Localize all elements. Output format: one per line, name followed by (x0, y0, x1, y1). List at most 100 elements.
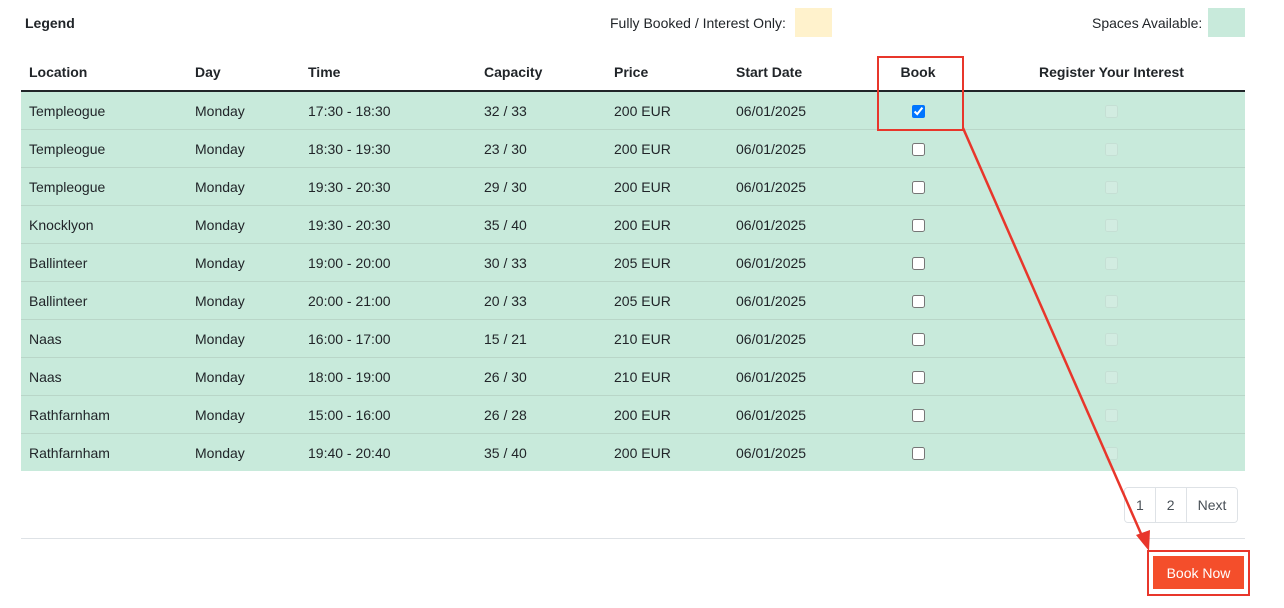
cell-start-date: 06/01/2025 (728, 129, 858, 168)
cell-register-interest (978, 395, 1245, 434)
divider (21, 538, 1245, 539)
cell-capacity: 26 / 28 (476, 395, 606, 434)
header-start-date: Start Date (728, 53, 858, 92)
cell-time: 19:30 - 20:30 (300, 205, 476, 244)
cell-price: 200 EUR (606, 395, 728, 434)
table-row: Rathfarnham Monday 15:00 - 16:00 26 / 28 200… (21, 395, 1245, 434)
book-checkbox[interactable] (911, 333, 925, 347)
cell-capacity: 32 / 33 (476, 90, 606, 130)
arrow-head (1136, 530, 1150, 551)
cell-register-interest (978, 90, 1245, 130)
book-checkbox[interactable] (911, 371, 925, 385)
cell-location: Templeogue (21, 90, 187, 130)
cell-book (858, 281, 978, 320)
cell-day: Monday (187, 395, 300, 434)
cell-register-interest (978, 319, 1245, 358)
cell-register-interest (978, 433, 1245, 471)
table-row: Templeogue Monday 19:30 - 20:30 29 / 30 200 … (21, 167, 1245, 206)
table-row: Templeogue Monday 17:30 - 18:30 32 / 33 200 … (21, 90, 1245, 130)
cell-register-interest (978, 281, 1245, 320)
cell-day: Monday (187, 281, 300, 320)
page-1-link[interactable]: 1 (1125, 488, 1155, 522)
cell-day: Monday (187, 319, 300, 358)
register-interest-checkbox (1105, 447, 1118, 461)
cell-day: Monday (187, 433, 300, 471)
next-page-link[interactable]: Next (1185, 488, 1238, 522)
cell-day: Monday (187, 129, 300, 168)
cell-time: 18:30 - 19:30 (300, 129, 476, 168)
cell-time: 19:30 - 20:30 (300, 167, 476, 206)
cell-time: 15:00 - 16:00 (300, 395, 476, 434)
cell-day: Monday (187, 167, 300, 206)
cell-location: Naas (21, 357, 187, 396)
book-checkbox[interactable] (911, 219, 925, 233)
cell-start-date: 06/01/2025 (728, 167, 858, 206)
cell-location: Ballinteer (21, 243, 187, 282)
book-checkbox[interactable] (911, 447, 925, 461)
schedule-table: Location Day Time Capacity Price Start D… (21, 53, 1245, 471)
cell-day: Monday (187, 357, 300, 396)
header-day: Day (187, 53, 300, 92)
cell-register-interest (978, 357, 1245, 396)
cell-location: Rathfarnham (21, 433, 187, 471)
cell-capacity: 35 / 40 (476, 433, 606, 471)
cell-book (858, 395, 978, 434)
cell-capacity: 23 / 30 (476, 129, 606, 168)
register-interest-checkbox (1105, 143, 1118, 157)
register-interest-checkbox (1105, 105, 1118, 119)
register-interest-checkbox (1105, 257, 1118, 271)
cell-capacity: 29 / 30 (476, 167, 606, 206)
book-checkbox[interactable] (911, 257, 925, 271)
header-time: Time (300, 53, 476, 92)
cell-price: 200 EUR (606, 167, 728, 206)
cell-start-date: 06/01/2025 (728, 319, 858, 358)
cell-time: 18:00 - 19:00 (300, 357, 476, 396)
cell-capacity: 26 / 30 (476, 357, 606, 396)
cell-book (858, 205, 978, 244)
cell-start-date: 06/01/2025 (728, 357, 858, 396)
cell-start-date: 06/01/2025 (728, 433, 858, 471)
cell-location: Ballinteer (21, 281, 187, 320)
header-register-interest: Register Your Interest (978, 53, 1245, 92)
table-row: Ballinteer Monday 20:00 - 21:00 20 / 33 205 … (21, 281, 1245, 320)
cell-start-date: 06/01/2025 (728, 205, 858, 244)
table-row: Naas Monday 16:00 - 17:00 15 / 21 210 EUR 06/… (21, 319, 1245, 358)
cell-capacity: 35 / 40 (476, 205, 606, 244)
cell-location: Templeogue (21, 167, 187, 206)
header-location: Location (21, 53, 187, 92)
register-interest-checkbox (1105, 371, 1118, 385)
cell-time: 16:00 - 17:00 (300, 319, 476, 358)
cell-capacity: 20 / 33 (476, 281, 606, 320)
cell-start-date: 06/01/2025 (728, 395, 858, 434)
book-checkbox[interactable] (911, 409, 925, 423)
register-interest-checkbox (1105, 219, 1118, 233)
available-swatch (1208, 8, 1245, 37)
cell-price: 205 EUR (606, 243, 728, 282)
register-interest-checkbox (1105, 181, 1118, 195)
cell-time: 19:00 - 20:00 (300, 243, 476, 282)
cell-location: Naas (21, 319, 187, 358)
fully-booked-swatch (795, 8, 832, 37)
page-2-link[interactable]: 2 (1154, 488, 1186, 522)
cell-location: Knocklyon (21, 205, 187, 244)
table-row: Templeogue Monday 18:30 - 19:30 23 / 30 200 … (21, 129, 1245, 168)
table-row: Knocklyon Monday 19:30 - 20:30 35 / 40 200 E… (21, 205, 1245, 244)
book-checkbox[interactable] (911, 143, 925, 157)
cell-price: 200 EUR (606, 433, 728, 471)
highlight-box-book (877, 56, 964, 131)
book-checkbox[interactable] (911, 181, 925, 195)
cell-book (858, 433, 978, 471)
cell-book (858, 319, 978, 358)
cell-start-date: 06/01/2025 (728, 281, 858, 320)
cell-location: Rathfarnham (21, 395, 187, 434)
cell-price: 200 EUR (606, 205, 728, 244)
book-checkbox[interactable] (911, 295, 925, 309)
header-price: Price (606, 53, 728, 92)
cell-price: 205 EUR (606, 281, 728, 320)
pagination: 1 2 Next (1124, 487, 1239, 523)
cell-register-interest (978, 129, 1245, 168)
cell-register-interest (978, 167, 1245, 206)
cell-capacity: 15 / 21 (476, 319, 606, 358)
cell-start-date: 06/01/2025 (728, 243, 858, 282)
cell-time: 17:30 - 18:30 (300, 90, 476, 130)
